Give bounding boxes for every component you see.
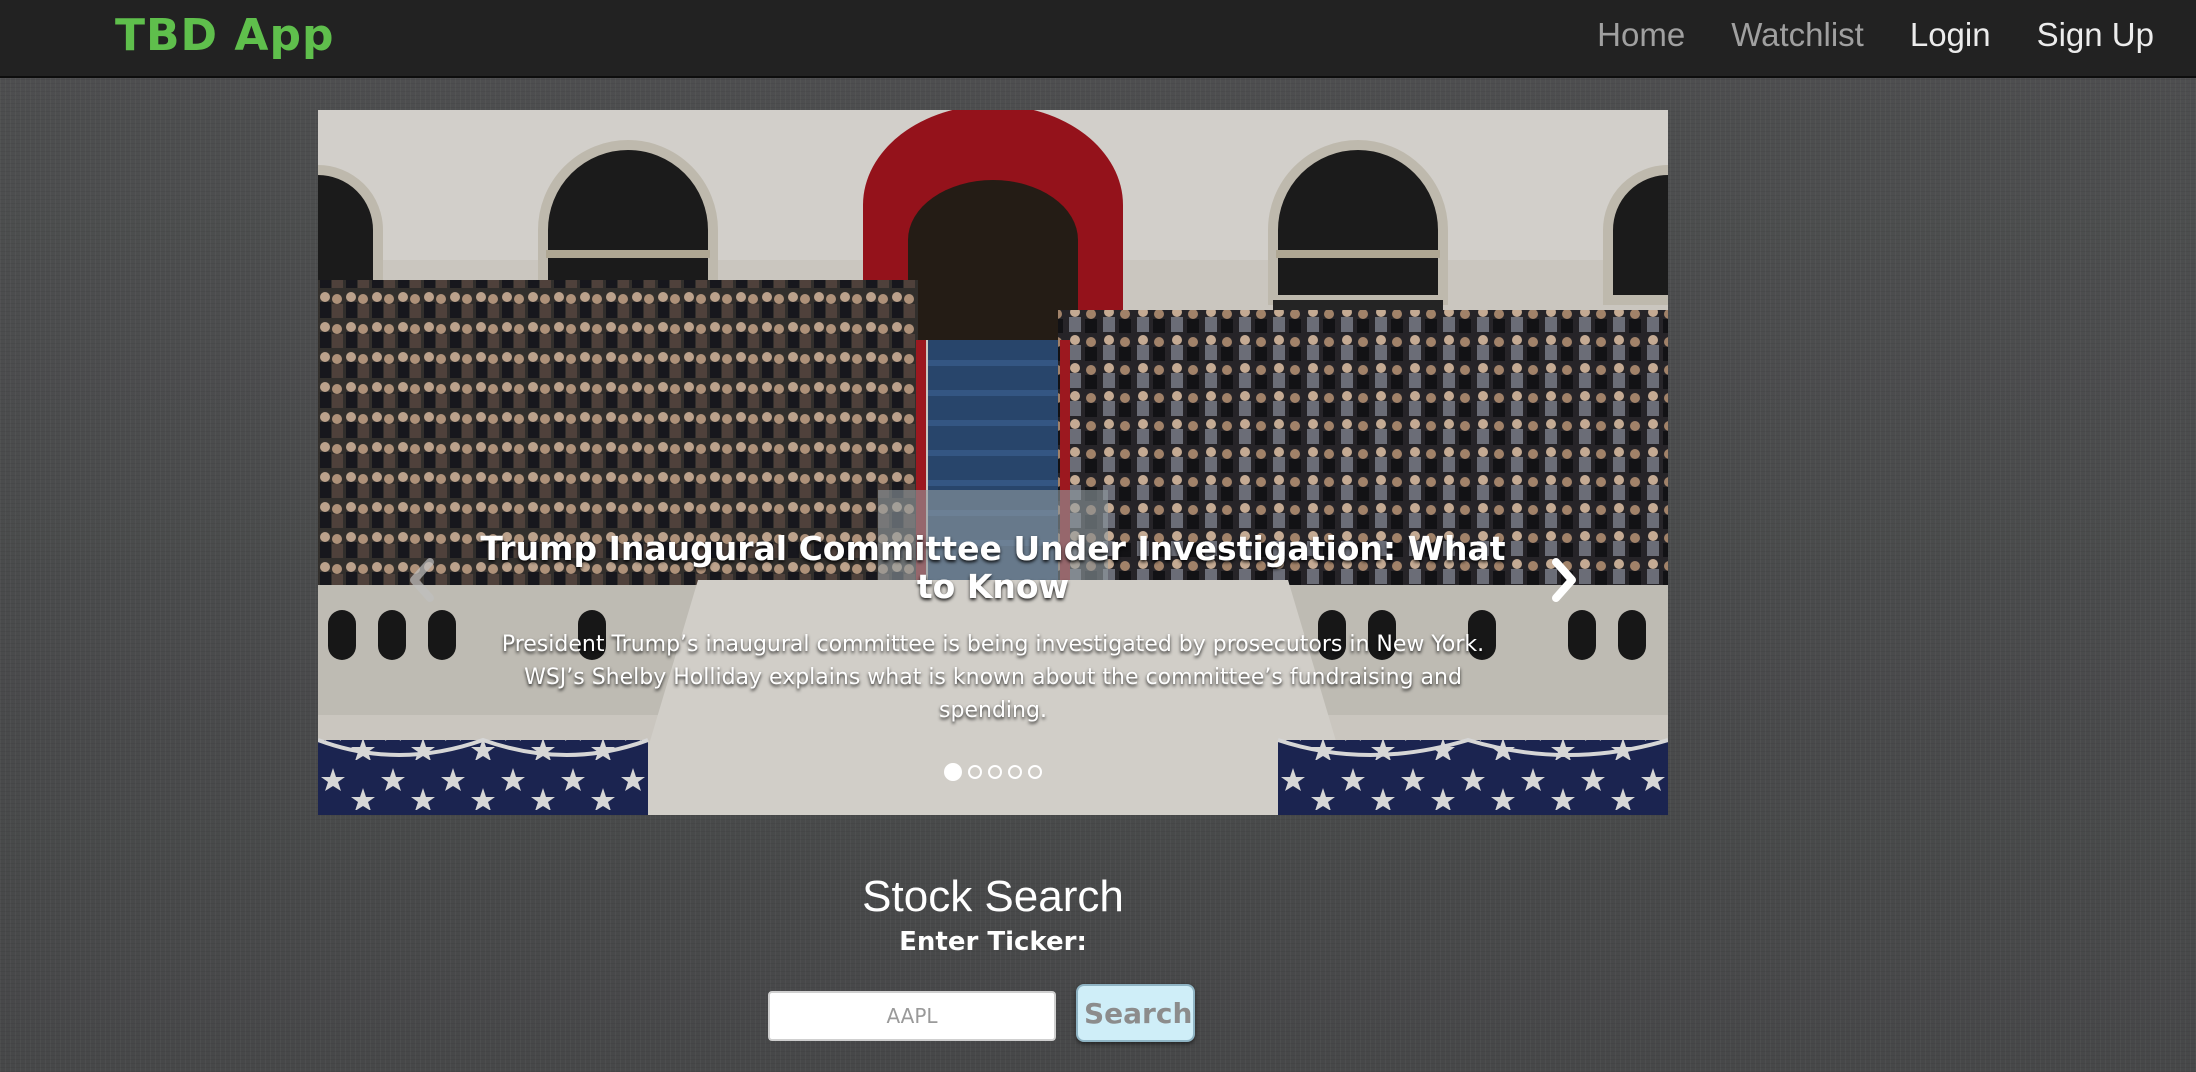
nav-link-login[interactable]: Login — [1910, 16, 1991, 54]
nav-links: Home Watchlist Login Sign Up — [1597, 16, 2154, 54]
ticker-label: Enter Ticker: — [899, 927, 1087, 957]
carousel-indicator-1[interactable] — [944, 763, 962, 781]
carousel-indicator-3[interactable] — [988, 765, 1002, 779]
search-button[interactable]: Search — [1076, 984, 1195, 1042]
carousel-next-button[interactable] — [1540, 550, 1590, 610]
carousel-prev-button[interactable] — [396, 550, 446, 610]
news-carousel: Trump Inaugural Committee Under Investig… — [318, 110, 1668, 815]
ticker-input[interactable] — [768, 991, 1056, 1041]
nav-link-home[interactable]: Home — [1597, 16, 1685, 54]
navbar: TBD App Home Watchlist Login Sign Up — [0, 0, 2196, 78]
carousel-indicator-5[interactable] — [1028, 765, 1042, 779]
brand-logo[interactable]: TBD App — [115, 10, 334, 61]
nav-link-sign-up[interactable]: Sign Up — [2037, 16, 2154, 54]
nav-link-watchlist[interactable]: Watchlist — [1731, 16, 1864, 54]
slide-title: Trump Inaugural Committee Under Investig… — [480, 529, 1506, 606]
carousel-indicators — [318, 763, 1668, 781]
chevron-left-icon — [410, 558, 434, 602]
slide-description: President Trump’s inaugural committee is… — [501, 632, 1485, 723]
chevron-right-icon — [1552, 558, 1576, 602]
stock-search-title: Stock Search — [862, 872, 1124, 921]
carousel-indicator-4[interactable] — [1008, 765, 1022, 779]
slide-caption: Trump Inaugural Committee Under Investig… — [468, 110, 1518, 727]
carousel-indicator-2[interactable] — [968, 765, 982, 779]
